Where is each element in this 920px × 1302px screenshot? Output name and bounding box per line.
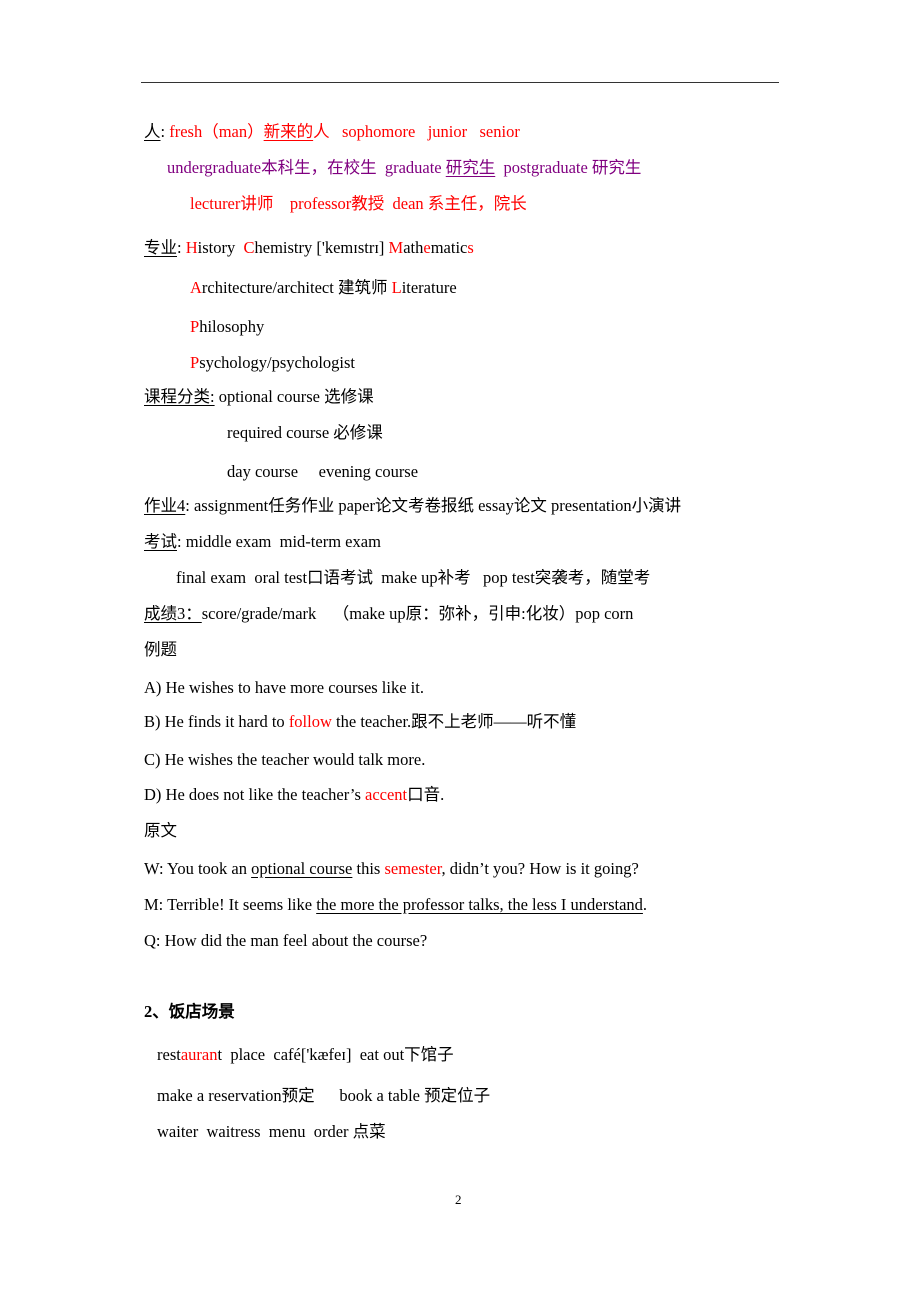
exams-label: 考试: [144, 532, 177, 551]
courses-line-1: 课程分类: optional course 选修课: [144, 387, 374, 406]
restaurant-line-2: make a reservation预定 book a table 预定位子: [157, 1086, 491, 1105]
homework-line: 作业4: assignment任务作业 paper论文考卷报纸 essay论文 …: [144, 496, 682, 515]
homework-label: 作业4: [144, 496, 186, 515]
option-c: C) He wishes the teacher would talk more…: [144, 750, 426, 769]
courses-line-2: required course 必修课: [227, 423, 383, 442]
option-d: D) He does not like the teacher’s accent…: [144, 785, 445, 804]
dialogue-q: Q: How did the man feel about the course…: [144, 931, 428, 950]
majors-list: History Chemistry ['kemɪstrɪ] Mathematic…: [186, 238, 474, 257]
people-line-1: 人: fresh（man）新来的人 sophomore junior senio…: [144, 122, 520, 141]
people-line-3: lecturer讲师 professor教授 dean 系主任，院长: [190, 194, 527, 213]
dialogue-m: M: Terrible! It seems like the more the …: [144, 895, 648, 914]
grades-label: 成绩3：: [144, 604, 202, 623]
majors-line-3: Philosophy: [190, 317, 265, 336]
courses-label: 课程分类:: [144, 387, 215, 406]
majors-segment: e: [423, 238, 431, 257]
grades-line: 成绩3：score/grade/mark （make up原：弥补，引申:化妆）…: [144, 604, 634, 623]
exams-line-2: final exam oral test口语考试 make up补考 pop t…: [176, 568, 651, 587]
majors-label: 专业: [144, 238, 177, 257]
page-number: 2: [455, 1192, 462, 1207]
majors-segment: hemistry ['kemɪstrɪ]: [254, 238, 389, 257]
majors-segment: s: [467, 238, 474, 257]
exams-line-1: 考试: middle exam mid-term exam: [144, 532, 381, 551]
dialogue-w: W: You took an optional course this seme…: [144, 859, 639, 878]
majors-segment: H: [185, 238, 198, 257]
original-heading: 原文: [144, 821, 177, 840]
restaurant-line-1: restaurant place café['kæfeɪ] eat out下馆子: [157, 1045, 454, 1064]
restaurant-heading: 2、饭店场景: [144, 1002, 235, 1021]
example-heading: 例题: [144, 640, 177, 659]
option-b: B) He finds it hard to follow the teache…: [144, 712, 577, 731]
majors-segment: ath: [403, 238, 424, 257]
majors-segment: istory: [197, 238, 244, 257]
majors-segment: C: [243, 238, 255, 257]
majors-segment: M: [388, 238, 404, 257]
majors-line-4: Psychology/psychologist: [190, 353, 356, 372]
people-label: 人: [144, 122, 161, 141]
majors-segment: matic: [430, 238, 468, 257]
restaurant-line-3: waiter waitress menu order 点菜: [157, 1122, 386, 1141]
majors-line-2: Architecture/architect 建筑师 Literature: [190, 278, 457, 297]
header-rule: [141, 82, 779, 83]
people-line-2: undergraduate本科生，在校生 graduate 研究生 postgr…: [167, 158, 642, 177]
courses-line-3: day course evening course: [227, 462, 419, 481]
option-a: A) He wishes to have more courses like i…: [144, 678, 424, 697]
majors-line-1: 专业: History Chemistry ['kemɪstrɪ] Mathem…: [144, 238, 474, 257]
